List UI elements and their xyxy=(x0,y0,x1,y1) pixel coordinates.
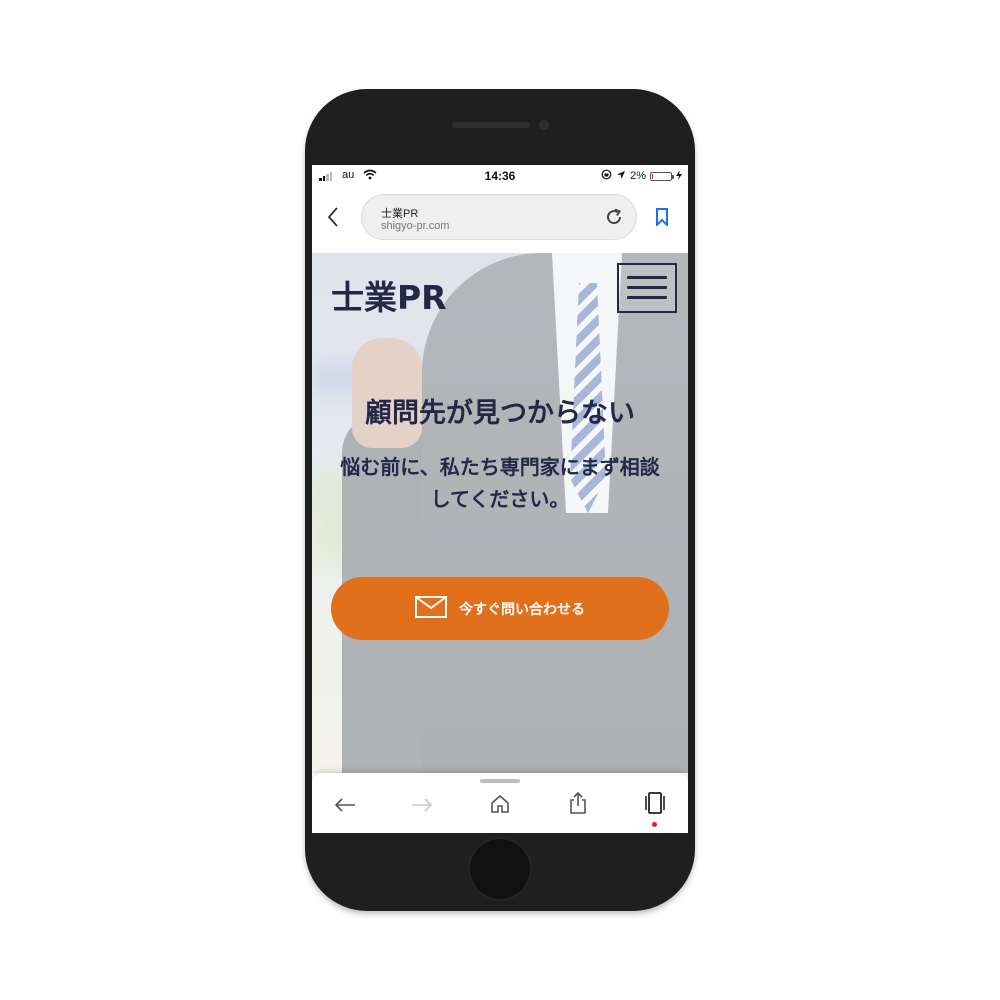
tabs-indicator xyxy=(652,822,657,827)
rotation-lock-icon xyxy=(601,169,612,183)
hero-headline: 顧問先が見つからない xyxy=(365,398,635,429)
contact-now-button[interactable]: 今すぐ問い合わせる xyxy=(331,577,669,640)
back-arrow-icon[interactable] xyxy=(334,797,356,817)
back-chevron-icon[interactable] xyxy=(326,206,340,232)
web-content: 士業PR 顧問先が見つからない 悩む前に、私たち専門家にまず相談してください。 … xyxy=(312,253,688,773)
earpiece-speaker xyxy=(452,122,530,128)
battery-percent: 2% xyxy=(630,170,646,182)
charging-icon xyxy=(676,169,682,183)
hero-subtext: 悩む前に、私たち専門家にまず相談してください。 xyxy=(340,455,660,511)
browser-address-bar: 士業PR shigyo-pr.com xyxy=(312,187,688,253)
forward-arrow-icon[interactable] xyxy=(411,797,433,817)
url-host: shigyo-pr.com xyxy=(381,220,450,232)
url-field[interactable]: 士業PR shigyo-pr.com xyxy=(361,194,637,240)
hamburger-menu-icon[interactable] xyxy=(617,263,677,313)
envelope-icon xyxy=(415,595,447,622)
site-logo[interactable]: 士業PR xyxy=(331,271,447,319)
battery-icon xyxy=(650,171,674,181)
browser-toolbar xyxy=(312,773,688,833)
location-icon xyxy=(616,170,626,183)
page-title: 士業PR xyxy=(381,208,419,220)
share-icon[interactable] xyxy=(568,791,588,819)
bookmark-icon[interactable] xyxy=(655,208,669,230)
home-button[interactable] xyxy=(468,837,532,901)
front-camera xyxy=(539,120,549,130)
toolbar-grabber[interactable] xyxy=(480,779,520,783)
phone-screen: au 14:36 2% 士業PR shigyo-pr.com 士業PR 顧問先が… xyxy=(312,165,688,833)
cta-label: 今すぐ問い合わせる xyxy=(459,601,585,618)
status-bar: au 14:36 2% xyxy=(312,165,688,187)
tabs-icon[interactable] xyxy=(645,792,665,818)
home-icon[interactable] xyxy=(489,794,511,818)
status-right-group: 2% xyxy=(601,169,682,183)
reload-icon[interactable] xyxy=(604,207,624,231)
battery-level xyxy=(652,173,653,179)
